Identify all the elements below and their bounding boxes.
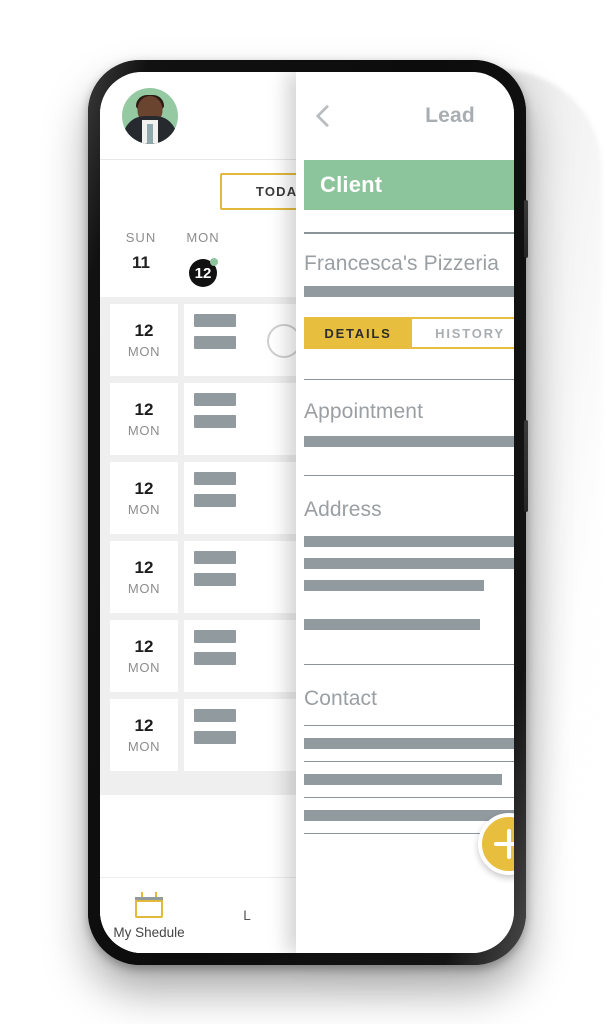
weekday-mon[interactable]: MON 12 [172,230,234,287]
list-item-content [184,620,296,692]
list-item[interactable]: 12 MON [100,462,296,541]
divider [304,797,514,798]
list-item-content [184,541,296,613]
weekday-strip: SUN 11 MON 12 [100,222,296,297]
section-address: Address [296,498,514,630]
section-title: Appointment [304,400,424,423]
skeleton-bar [304,810,514,821]
weekday-number-selected: 12 [189,258,218,287]
schedule-header [100,72,296,160]
skeleton-bar [304,558,514,569]
list-item-day-name: MON [127,739,161,754]
list-item-day-number: 12 [134,321,154,340]
skeleton-bar [194,415,236,428]
add-circle-outline-icon[interactable] [267,324,296,358]
skeleton-bar [304,436,514,447]
list-item-day-number: 12 [134,558,154,577]
list-item-date: 12 MON [110,304,178,376]
divider [304,475,514,476]
list-item[interactable]: 12 MON [100,699,296,778]
list-item-day-name: MON [127,581,161,596]
skeleton-bar [194,314,236,327]
list-item-date: 12 MON [110,699,178,771]
weekday-label: SUN [125,230,157,245]
list-item-day-number: 12 [134,637,154,656]
status-badge: Client [304,160,514,210]
lead-name: Francesca's Pizzeria [304,252,500,275]
skeleton-bar [194,709,236,722]
plus-icon [507,829,511,859]
skeleton-bar [194,731,236,744]
today-button[interactable]: TODAY [219,172,296,210]
avatar[interactable] [122,87,178,144]
list-item-content [184,383,296,455]
volume-button[interactable] [524,200,528,258]
tab-details[interactable]: DETAILS [304,317,412,349]
list-item-content [184,699,296,771]
nav-item-label: My Shedule [113,924,185,940]
skeleton-bar [194,573,236,586]
list-item-date: 12 MON [110,462,178,534]
list-item-content [184,462,296,534]
schedule-list[interactable]: 12 MON 12 MON 12 MON 12 MON 12 MON 12 MO… [100,297,296,795]
skeleton-bar [194,494,236,507]
nav-item-label: L [243,908,251,923]
tab-bar: DETAILS HISTORY [304,317,514,349]
weekday-sun[interactable]: SUN 11 [110,230,172,287]
list-item-day-number: 12 [134,400,154,419]
list-item[interactable]: 12 MON [100,620,296,699]
page-title: Lead [425,104,475,127]
skeleton-bar [194,472,236,485]
skeleton-bar [304,738,514,749]
avatar-tie [147,123,153,144]
nav-item-leads[interactable]: L [198,878,296,953]
appointment-dot-indicator [210,258,218,266]
phone-screen: TODAY SUN 11 MON 12 12 [100,72,514,953]
divider [304,761,514,762]
list-item-date: 12 MON [110,541,178,613]
weekday-number: 11 [132,253,150,272]
tab-history[interactable]: HISTORY [412,317,514,349]
lead-detail-screen: Lead Client Francesca's Pizzeria DETAILS… [296,72,514,953]
skeleton-bar [304,619,480,630]
nav-item-my-schedule[interactable]: My Shedule [100,878,198,953]
list-item-date: 12 MON [110,620,178,692]
plus-icon [494,842,514,846]
bottom-navigation: My Shedule L [100,877,296,953]
list-item[interactable]: 12 MON [100,383,296,462]
list-item-day-number: 12 [134,479,154,498]
divider [304,725,514,726]
section-appointment: Appointment [296,400,514,447]
calendar-icon [135,891,163,918]
section-contact: Contact [296,687,514,711]
divider [304,664,514,665]
list-item[interactable]: 12 MON [100,541,296,620]
skeleton-bar [194,336,236,349]
lead-header: Lead [296,72,514,160]
list-item-day-name: MON [127,423,161,438]
list-item-date: 12 MON [110,383,178,455]
skeleton-bar [304,286,514,297]
skeleton-bar [194,652,236,665]
list-item-day-name: MON [127,502,161,517]
list-item-day-number: 12 [134,716,154,735]
list-item-day-name: MON [127,660,161,675]
chevron-left-icon[interactable] [312,105,334,127]
today-row: TODAY [100,160,296,222]
skeleton-bar [194,630,236,643]
section-title: Address [304,498,382,521]
power-button[interactable] [524,420,528,512]
section-title: Contact [304,687,378,710]
skeleton-bar [304,580,484,591]
skeleton-bar [194,551,236,564]
skeleton-bar [304,774,502,785]
list-item-day-name: MON [127,344,161,359]
skeleton-bar [194,393,236,406]
weekday-label: MON [186,230,220,245]
screenshot-stage: TODAY SUN 11 MON 12 12 [0,0,607,1024]
skeleton-bar [304,536,514,547]
schedule-screen: TODAY SUN 11 MON 12 12 [100,72,296,953]
divider [304,379,514,380]
